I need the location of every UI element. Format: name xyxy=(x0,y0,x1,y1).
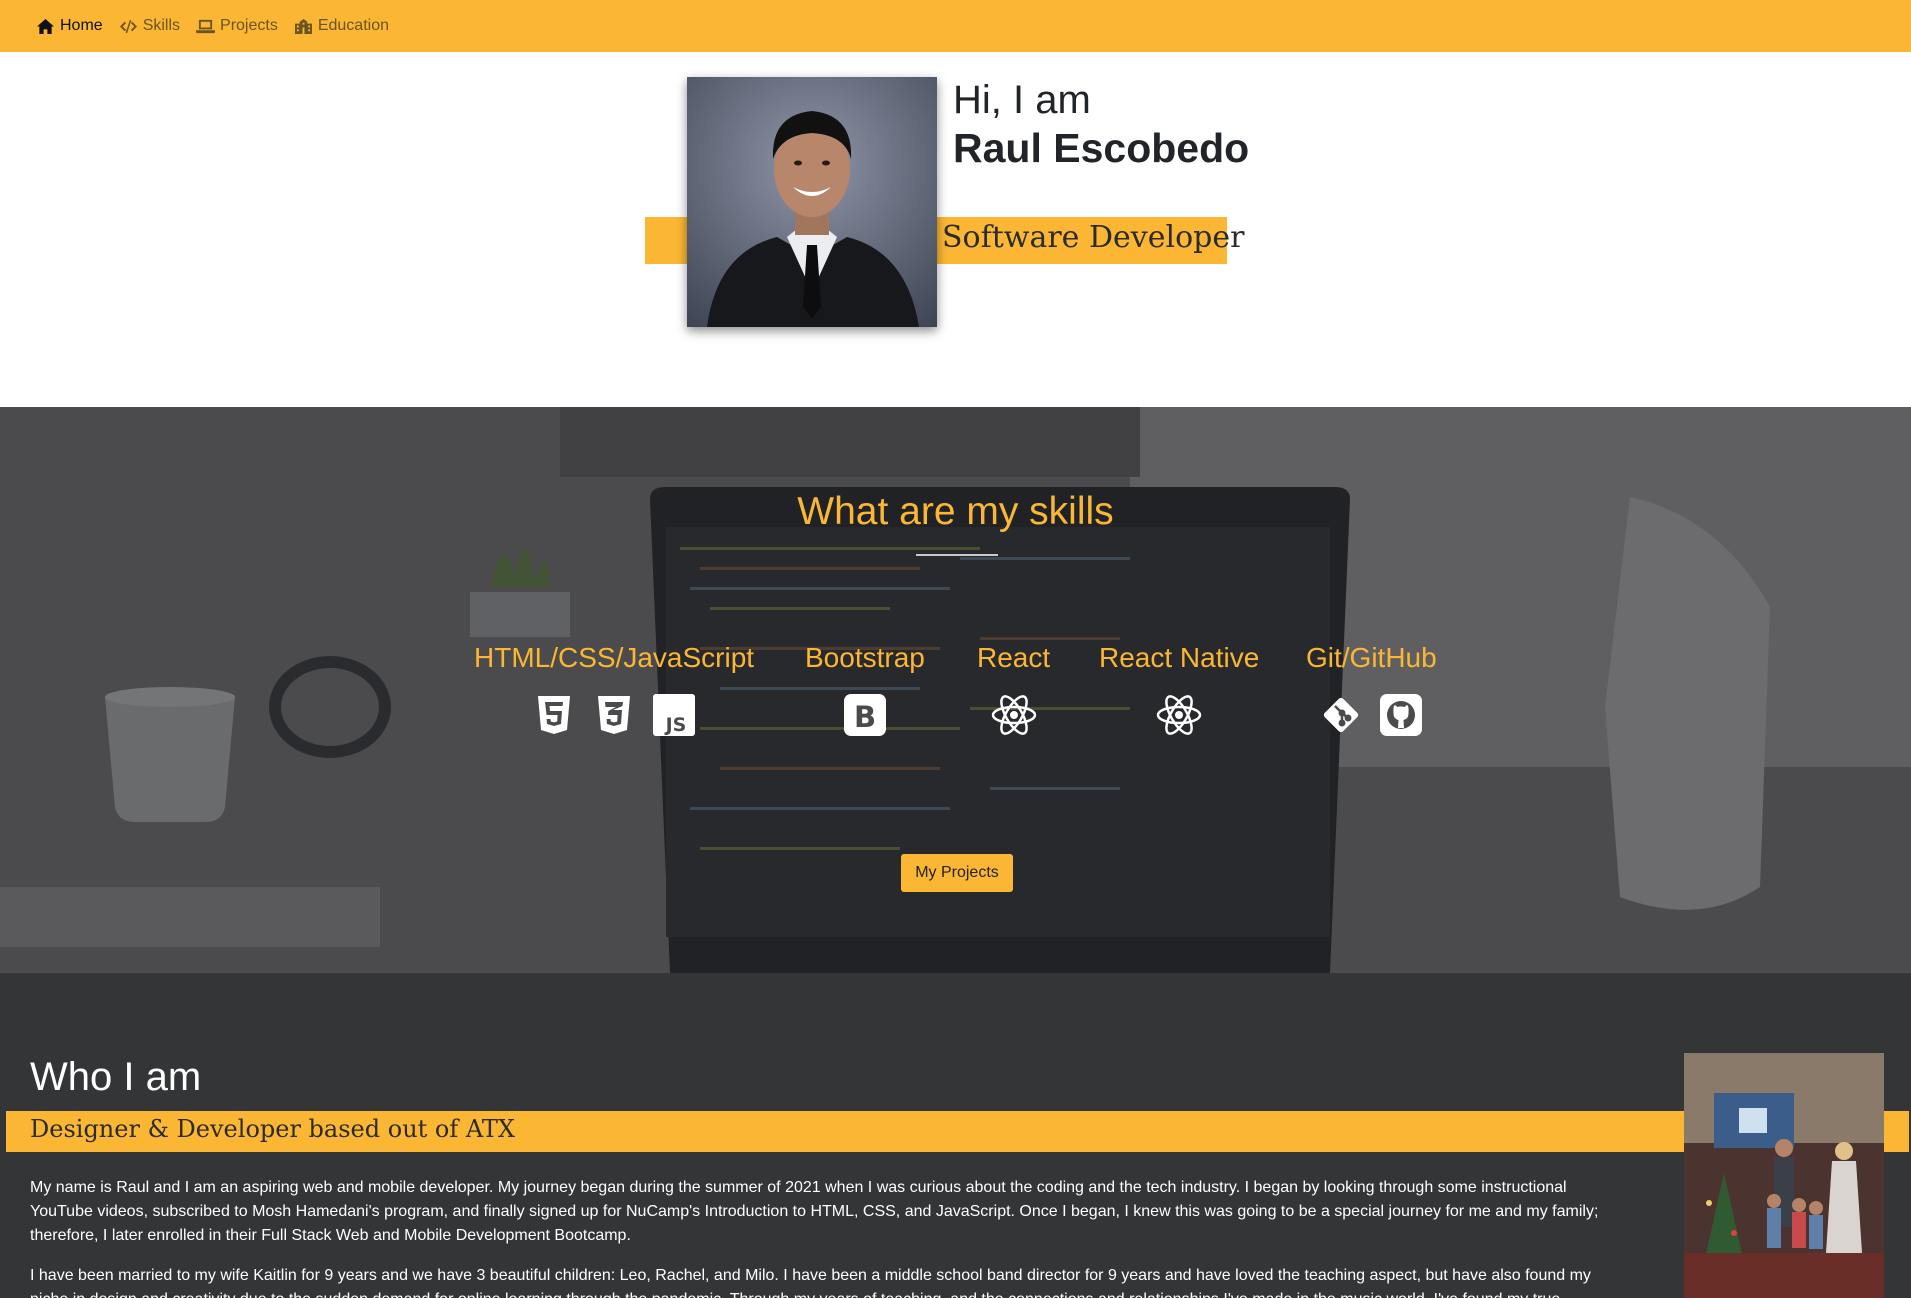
code-icon xyxy=(119,19,137,33)
nav-label-projects: Projects xyxy=(220,17,278,34)
skill-group-web: HTML/CSS/JavaScript JS xyxy=(474,642,754,736)
about-subtitle: Designer & Developer based out of ATX xyxy=(30,1115,515,1143)
school-icon xyxy=(294,18,312,34)
skill-group-react: React xyxy=(977,642,1050,736)
hero-section: Software Developer Hi, I am Raul Escobed… xyxy=(0,52,1911,407)
nav-label-skills: Skills xyxy=(142,17,181,34)
profile-photo xyxy=(687,77,937,327)
svg-text:JS: JS xyxy=(664,714,687,736)
nav-label-education: Education xyxy=(317,17,389,34)
about-paragraph-1: My name is Raul and I am an aspiring web… xyxy=(30,1179,1599,1244)
html5-icon xyxy=(538,696,571,734)
react-icon xyxy=(991,695,1036,735)
skills-section: What are my skills HTML/CSS/JavaScript J… xyxy=(0,407,1911,973)
laptop-icon xyxy=(196,19,215,33)
skill-label-web: HTML/CSS/JavaScript xyxy=(474,642,755,673)
nav-label-home: Home xyxy=(60,17,103,34)
nav-item-education[interactable]: Education xyxy=(294,17,389,35)
skill-group-git: Git/GitHub xyxy=(1306,642,1437,736)
svg-text:B: B xyxy=(854,700,876,734)
bootstrap-icon: B xyxy=(843,694,886,736)
skill-label-bootstrap: Bootstrap xyxy=(805,642,925,673)
skill-label-git: Git/GitHub xyxy=(1306,642,1437,673)
react-icon xyxy=(1156,695,1202,735)
skill-label-react-native: React Native xyxy=(1099,642,1260,673)
javascript-icon: JS xyxy=(653,694,696,736)
hero-greeting: Hi, I am xyxy=(953,78,1091,122)
about-paragraph-2: I have been married to my wife Kaitlin f… xyxy=(30,1267,1591,1298)
home-icon xyxy=(37,18,54,34)
skills-title: What are my skills xyxy=(797,490,1114,533)
navbar: Home Skills Projects Education xyxy=(0,0,1911,52)
github-icon xyxy=(1380,694,1423,736)
skill-group-react-native: React Native xyxy=(1099,642,1259,736)
skills-divider xyxy=(916,554,998,556)
git-icon xyxy=(1324,697,1359,733)
skill-label-react: React xyxy=(977,642,1051,673)
about-title: Who I am xyxy=(30,1055,202,1099)
my-projects-button[interactable]: My Projects xyxy=(901,854,1013,892)
about-section: Who I am Designer & Developer based out … xyxy=(0,973,1911,1298)
css3-icon xyxy=(598,696,631,734)
skill-group-bootstrap: Bootstrap B xyxy=(805,642,925,736)
nav-item-skills[interactable]: Skills xyxy=(119,17,180,35)
nav-item-projects[interactable]: Projects xyxy=(196,17,278,35)
family-photo xyxy=(1684,1053,1884,1298)
hero-role: Software Developer xyxy=(942,220,1245,255)
hero-name: Raul Escobedo xyxy=(953,125,1250,171)
nav-item-home[interactable]: Home xyxy=(36,17,103,35)
